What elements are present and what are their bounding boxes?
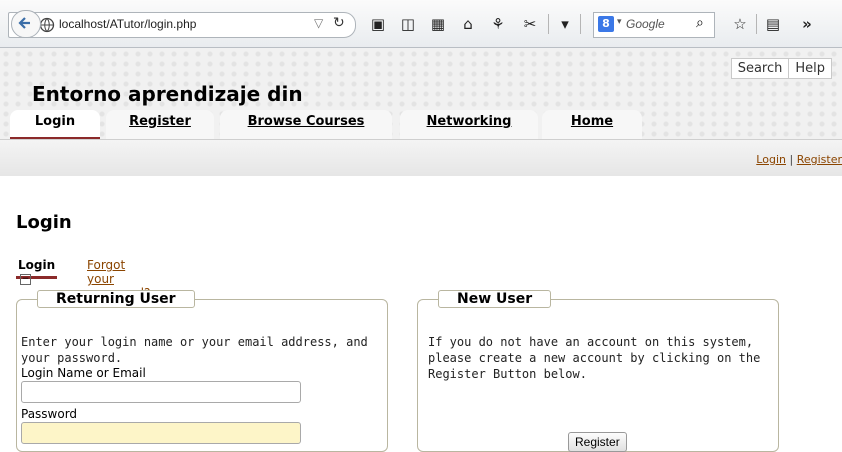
site-header: Search Help Entorno aprendizaje din Login… bbox=[0, 48, 842, 140]
star-icon[interactable]: ☆ bbox=[730, 14, 750, 34]
returning-user-intro: Enter your login name or your email addr… bbox=[21, 335, 368, 365]
bookmark-dropdown-icon[interactable]: ▾ bbox=[555, 14, 575, 34]
tab-register[interactable]: Register bbox=[106, 110, 214, 140]
home-icon[interactable]: ⌂ bbox=[458, 14, 478, 34]
url-text[interactable]: localhost/ATutor/login.php bbox=[59, 17, 196, 31]
bookmark-icon[interactable]: ✂ bbox=[520, 14, 540, 34]
url-bar[interactable]: localhost/ATutor/login.php ▽ ↻ bbox=[8, 12, 356, 38]
browser-toolbar: localhost/ATutor/login.php ▽ ↻ ▣ ◫ ▦ ⌂ ⚘… bbox=[0, 0, 842, 48]
top-links: Search Help bbox=[730, 58, 832, 79]
url-dropdown-icon[interactable]: ▽ bbox=[314, 16, 323, 30]
user-links: Login | Register bbox=[756, 153, 842, 166]
globe-icon bbox=[39, 17, 55, 36]
reload-icon[interactable]: ↻ bbox=[333, 15, 345, 31]
register-link[interactable]: Register bbox=[797, 153, 842, 166]
toolbar-separator bbox=[756, 14, 757, 34]
search-engine-box[interactable]: 8 ▾ Google ⌕ bbox=[593, 12, 715, 38]
back-icon bbox=[18, 17, 30, 29]
new-user-text: If you do not have an account on this sy… bbox=[428, 335, 761, 381]
register-button[interactable]: Register bbox=[568, 432, 627, 452]
tab-browse-courses[interactable]: Browse Courses bbox=[220, 110, 392, 140]
search-link[interactable]: Search bbox=[730, 58, 790, 79]
subtab-login-label: Login bbox=[18, 258, 56, 272]
sidebar-icon[interactable]: ◫ bbox=[398, 14, 418, 34]
site-title: Entorno aprendizaje din bbox=[32, 82, 303, 106]
tab-login[interactable]: Login bbox=[10, 110, 100, 140]
toolbar-separator bbox=[548, 14, 549, 34]
clipboard-icon[interactable]: ▤ bbox=[763, 14, 783, 34]
search-placeholder[interactable]: Google bbox=[626, 17, 665, 31]
reader-icon[interactable]: ▣ bbox=[368, 14, 388, 34]
collapse-icon[interactable]: − bbox=[20, 274, 31, 285]
new-user-legend: New User bbox=[438, 290, 552, 308]
help-link[interactable]: Help bbox=[788, 58, 832, 79]
tab-home[interactable]: Home bbox=[542, 110, 642, 140]
password-label: Password bbox=[21, 407, 78, 421]
toolbar-separator bbox=[580, 14, 581, 34]
overflow-icon[interactable]: » bbox=[797, 14, 817, 34]
link-separator: | bbox=[789, 153, 794, 166]
login-name-label: Login Name or Email bbox=[21, 366, 146, 380]
password-input[interactable] bbox=[21, 422, 301, 444]
login-name-input[interactable] bbox=[21, 381, 301, 403]
login-link[interactable]: Login bbox=[756, 153, 786, 166]
sub-header-bar: Login | Register bbox=[0, 140, 842, 176]
returning-user-panel: Returning User Enter your login name or … bbox=[16, 290, 388, 452]
search-icon[interactable]: ⌕ bbox=[696, 15, 704, 31]
back-button[interactable] bbox=[11, 10, 41, 38]
apps-icon[interactable]: ▦ bbox=[428, 14, 448, 34]
new-user-panel: New User If you do not have an account o… bbox=[417, 290, 779, 452]
share-icon[interactable]: ⚘ bbox=[488, 14, 508, 34]
subtab-login[interactable]: Login − bbox=[16, 258, 58, 285]
returning-user-legend: Returning User bbox=[37, 290, 195, 308]
engine-dropdown-icon[interactable]: ▾ bbox=[617, 17, 622, 27]
tab-networking[interactable]: Networking bbox=[400, 110, 538, 140]
google-search-icon[interactable]: 8 bbox=[598, 16, 614, 32]
page-title: Login bbox=[16, 212, 72, 233]
